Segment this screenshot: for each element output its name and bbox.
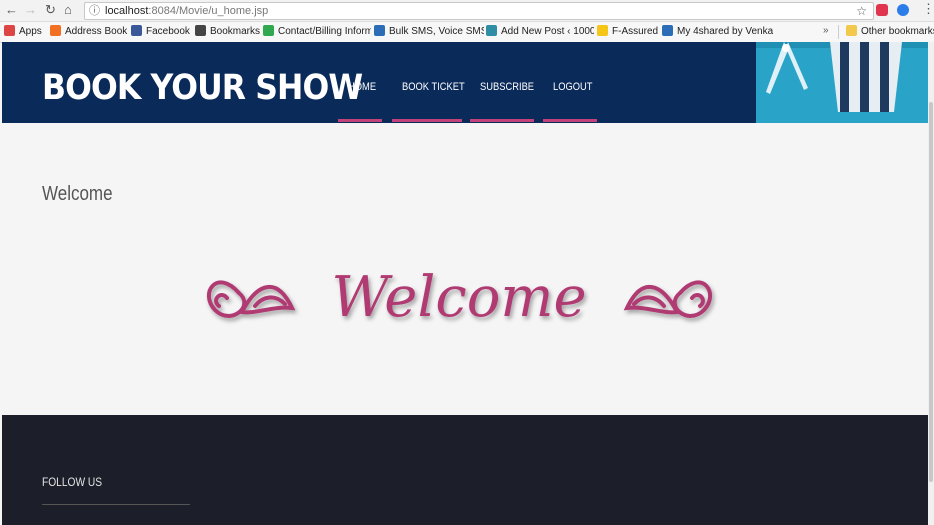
url-host: localhost xyxy=(105,5,149,17)
bookmark-icon xyxy=(4,25,15,36)
bookmarks-bar: » Other bookmarks Apps Address Book Facebo… xyxy=(0,22,934,43)
info-icon[interactable]: ⓘ xyxy=(89,3,100,19)
welcome-heading: Welcome xyxy=(42,183,113,205)
bookmarks-divider xyxy=(838,25,839,39)
bookmark-item[interactable]: Address Book xyxy=(50,25,127,39)
home-icon[interactable]: ⌂ xyxy=(64,2,72,18)
bookmark-icon xyxy=(374,25,385,36)
forward-icon[interactable]: → xyxy=(24,2,37,18)
page-scrollbar[interactable] xyxy=(928,42,934,525)
hero-image xyxy=(756,42,928,123)
bookmark-icon xyxy=(50,25,61,36)
nav-subscribe[interactable]: SUBSCRIBE xyxy=(480,80,534,94)
address-bar[interactable]: ⓘ localhost:8084/Movie/u_home.jsp ☆ xyxy=(84,2,874,20)
nav-logout[interactable]: LOGOUT xyxy=(553,80,592,94)
bookmark-label: F-Assured xyxy=(612,26,659,37)
browser-toolbar: ← → ↻ ⌂ ⓘ localhost:8084/Movie/u_home.js… xyxy=(0,0,934,22)
bookmark-icon xyxy=(597,25,608,36)
left-flourish-icon xyxy=(206,280,296,318)
bookmark-item[interactable]: Contact/Billing Inform xyxy=(263,25,371,39)
bookmark-label: Add New Post ‹ 1000 xyxy=(501,26,594,37)
popcorn-graphic xyxy=(756,42,928,123)
bookmark-item[interactable]: Add New Post ‹ 1000 xyxy=(486,25,594,39)
bookmark-label: My 4shared by Venka xyxy=(677,26,774,37)
right-flourish-icon xyxy=(623,280,713,318)
nav-book-ticket-underline xyxy=(392,119,462,122)
url-path: :8084/Movie/u_home.jsp xyxy=(148,5,269,17)
bookmark-icon xyxy=(486,25,497,36)
bookmark-label: Bulk SMS, Voice SMS xyxy=(389,26,484,37)
extension-icon[interactable] xyxy=(897,4,909,16)
bookmark-icon xyxy=(195,25,206,36)
extension-icon[interactable] xyxy=(876,4,888,16)
nav-subscribe-underline xyxy=(470,119,534,122)
bookmark-star-icon[interactable]: ☆ xyxy=(856,3,867,19)
bookmark-label: Facebook xyxy=(146,26,190,37)
brand-logo[interactable]: BOOK YOUR SHOW xyxy=(42,68,363,108)
url-text: localhost:8084/Movie/u_home.jsp xyxy=(105,3,268,19)
reload-icon[interactable]: ↻ xyxy=(45,2,56,18)
other-bookmarks-label: Other bookmarks xyxy=(861,26,934,37)
folder-icon xyxy=(846,25,857,36)
follow-us-heading: FOLLOW US xyxy=(42,475,103,489)
bookmark-icon xyxy=(131,25,142,36)
more-bookmarks-icon[interactable]: » xyxy=(823,25,829,36)
bookmark-label: Apps xyxy=(19,26,42,37)
nav-book-ticket[interactable]: BOOK TICKET xyxy=(402,80,465,94)
bookmark-label: Contact/Billing Inform xyxy=(278,26,371,37)
site-header: BOOK YOUR SHOW HOME BOOK TICKET SUBSCRIB… xyxy=(2,42,928,123)
bookmark-label: Address Book xyxy=(65,26,128,37)
bookmark-item[interactable]: Facebook xyxy=(131,25,190,39)
bookmark-item[interactable]: Apps xyxy=(4,25,42,39)
bookmark-icon xyxy=(662,25,673,36)
nav-home[interactable]: HOME xyxy=(348,80,376,94)
bookmark-item[interactable]: My 4shared by Venka xyxy=(662,25,773,39)
welcome-script-text: Welcome xyxy=(331,265,586,330)
bookmark-item[interactable]: Bulk SMS, Voice SMS xyxy=(374,25,484,39)
bookmark-label: Bookmarks xyxy=(210,26,261,37)
follow-us-divider xyxy=(42,504,190,505)
scrollbar-thumb[interactable] xyxy=(929,102,933,482)
nav-logout-underline xyxy=(543,119,597,122)
nav-home-underline xyxy=(338,119,382,122)
welcome-banner: Welcome xyxy=(206,265,713,330)
bookmark-item[interactable]: Bookmarks xyxy=(195,25,260,39)
main-content: Welcome Welcome xyxy=(2,123,928,415)
site-footer: FOLLOW US xyxy=(2,415,928,525)
bookmark-icon xyxy=(263,25,274,36)
back-icon[interactable]: ← xyxy=(5,2,18,18)
menu-kebab-icon[interactable]: ⋮ xyxy=(922,1,934,17)
other-bookmarks[interactable]: Other bookmarks xyxy=(846,25,934,39)
bookmark-item[interactable]: F-Assured xyxy=(597,25,658,39)
